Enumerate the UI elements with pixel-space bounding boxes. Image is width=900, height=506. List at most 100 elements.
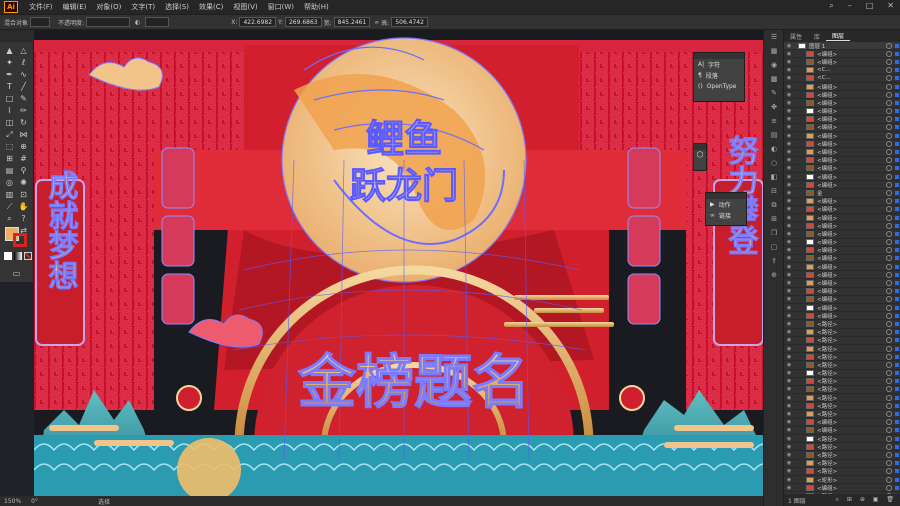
target-circle-icon[interactable] [886, 165, 892, 172]
selection-indicator[interactable] [895, 371, 899, 376]
selection-indicator[interactable] [895, 174, 899, 179]
visibility-eye-icon[interactable]: ◉ [784, 272, 794, 278]
magic-wand-icon[interactable]: ✦ [3, 57, 16, 68]
target-circle-icon[interactable] [886, 353, 892, 360]
links-item[interactable]: ∞ 链接 [706, 210, 746, 221]
layer-row[interactable]: ◉ <编组> [784, 58, 900, 67]
selection-indicator[interactable] [895, 141, 899, 146]
para-panel-item[interactable]: ¶ 段落 [694, 70, 744, 81]
menu-view[interactable]: 视图(V) [228, 2, 262, 12]
align-icon[interactable]: ⊟ [764, 184, 784, 198]
opacity-field[interactable] [86, 17, 131, 27]
visibility-eye-icon[interactable]: ◉ [784, 354, 794, 360]
target-circle-icon[interactable] [886, 124, 892, 131]
selection-indicator[interactable] [895, 231, 899, 236]
visibility-eye-icon[interactable]: ◉ [784, 223, 794, 229]
visibility-eye-icon[interactable]: ◉ [784, 215, 794, 221]
visibility-eye-icon[interactable]: ◉ [784, 386, 794, 392]
selection-indicator[interactable] [895, 436, 899, 441]
h-field[interactable]: 506.4742 [391, 17, 428, 27]
visibility-eye-icon[interactable]: ◉ [784, 460, 794, 466]
visibility-eye-icon[interactable]: ◉ [784, 321, 794, 327]
help-icon[interactable]: ? [17, 213, 30, 224]
gradient-icon[interactable]: ▤ [3, 165, 16, 176]
visibility-eye-icon[interactable]: ◉ [784, 182, 794, 188]
graph-tool-icon[interactable]: ▥ [3, 189, 16, 200]
menu-window[interactable]: 窗口(W) [263, 2, 299, 12]
target-circle-icon[interactable] [886, 263, 892, 270]
target-circle-icon[interactable] [886, 427, 892, 434]
gradient-mode-icon[interactable] [14, 252, 22, 260]
visibility-eye-icon[interactable]: ◉ [784, 305, 794, 311]
visibility-eye-icon[interactable]: ◉ [784, 67, 794, 73]
selection-indicator[interactable] [895, 477, 899, 482]
target-circle-icon[interactable] [886, 443, 892, 450]
visibility-eye-icon[interactable]: ◉ [784, 198, 794, 204]
screen-mode-icon[interactable]: ▭ [10, 268, 23, 279]
properties-icon[interactable]: ☰ [764, 30, 784, 44]
fill-stroke-swatch[interactable] [5, 227, 29, 247]
selection-indicator[interactable] [895, 362, 899, 367]
target-circle-icon[interactable] [886, 222, 892, 229]
visibility-eye-icon[interactable]: ◉ [784, 370, 794, 376]
selection-indicator[interactable] [895, 199, 899, 204]
selection-indicator[interactable] [895, 248, 899, 253]
target-circle-icon[interactable] [886, 468, 892, 475]
eyedropper-icon[interactable]: ⚲ [17, 165, 30, 176]
rotation-angle[interactable]: 0° [31, 498, 38, 505]
target-circle-icon[interactable] [886, 329, 892, 336]
target-circle-icon[interactable] [886, 255, 892, 262]
target-circle-icon[interactable] [886, 58, 892, 65]
target-circle-icon[interactable] [886, 198, 892, 205]
visibility-eye-icon[interactable]: ◉ [784, 84, 794, 90]
menu-object[interactable]: 对象(O) [91, 2, 126, 12]
graphic-styles-icon[interactable]: ◧ [764, 170, 784, 184]
target-circle-icon[interactable] [886, 320, 892, 327]
curvature-icon[interactable]: ∿ [17, 69, 30, 80]
selection-indicator[interactable] [895, 272, 899, 277]
target-circle-icon[interactable] [886, 402, 892, 409]
target-circle-icon[interactable] [886, 149, 892, 156]
symbol-sprayer-icon[interactable]: ✺ [17, 177, 30, 188]
visibility-eye-icon[interactable]: ◉ [784, 59, 794, 65]
mesh-icon[interactable]: # [17, 153, 30, 164]
visibility-eye-icon[interactable]: ◉ [784, 116, 794, 122]
visibility-eye-icon[interactable]: ◉ [784, 427, 794, 433]
target-circle-icon[interactable] [886, 460, 892, 467]
menu-help[interactable]: 帮助(H) [299, 2, 334, 12]
selection-indicator[interactable] [895, 444, 899, 449]
selection-tool-icon[interactable]: ▲ [3, 45, 16, 56]
selection-indicator[interactable] [895, 100, 899, 105]
target-circle-icon[interactable] [886, 280, 892, 287]
target-circle-icon[interactable] [886, 214, 892, 221]
selection-indicator[interactable] [895, 190, 899, 195]
layer-row[interactable]: ◉ <C... [784, 67, 900, 75]
paintbrush-icon[interactable]: ✎ [17, 93, 30, 104]
free-transform-icon[interactable]: ⬚ [3, 141, 16, 152]
direct-select-tool-icon[interactable]: △ [17, 45, 30, 56]
artwork[interactable]: 鲤鱼 跃龙门 金榜题名 成就梦想 努力攀登 [34, 30, 763, 496]
visibility-eye-icon[interactable]: ◉ [784, 452, 794, 458]
selection-indicator[interactable] [895, 338, 899, 343]
selection-indicator[interactable] [895, 182, 899, 187]
selection-indicator[interactable] [895, 207, 899, 212]
artboard-canvas[interactable]: 鲤鱼 跃龙门 金榜题名 成就梦想 努力攀登 [34, 30, 763, 496]
stroke-icon[interactable]: ≡ [764, 114, 784, 128]
visibility-eye-icon[interactable]: ◉ [784, 362, 794, 368]
target-circle-icon[interactable] [886, 239, 892, 246]
visibility-eye-icon[interactable]: ◉ [784, 436, 794, 442]
target-circle-icon[interactable] [886, 271, 892, 278]
x-field[interactable]: 422.6982 [239, 17, 277, 27]
lasso-icon[interactable]: ℓ [17, 57, 30, 68]
selection-indicator[interactable] [895, 240, 899, 245]
visibility-eye-icon[interactable]: ◉ [784, 239, 794, 245]
target-circle-icon[interactable] [886, 394, 892, 401]
symbols-icon[interactable]: ✤ [764, 100, 784, 114]
blend-icon[interactable]: ◎ [3, 177, 16, 188]
target-circle-icon[interactable] [886, 312, 892, 319]
zoom-level[interactable]: 150% [4, 498, 21, 505]
rotate-icon[interactable]: ↻ [17, 117, 30, 128]
tab-libraries[interactable]: 库 [808, 32, 826, 41]
selection-indicator[interactable] [895, 321, 899, 326]
target-circle-icon[interactable] [886, 157, 892, 164]
